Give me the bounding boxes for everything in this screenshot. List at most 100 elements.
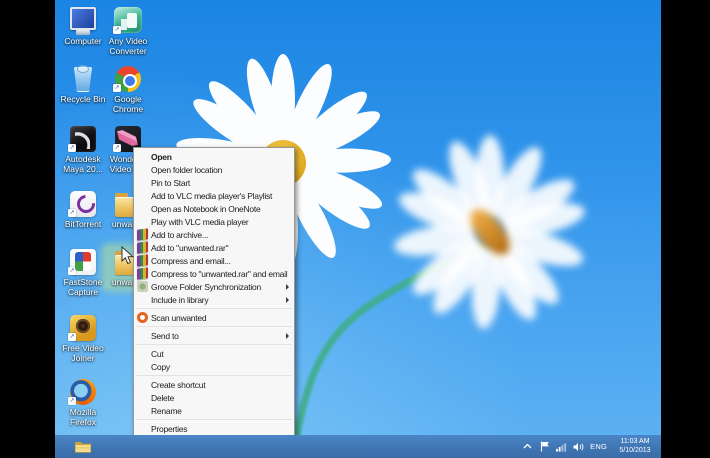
speaker-icon bbox=[573, 442, 584, 452]
autodesk-maya-icon bbox=[66, 124, 100, 154]
menu-item-add-to-vlc-media-player-s-playlist[interactable]: Add to VLC media player's Playlist bbox=[134, 189, 294, 202]
menu-item-add-to-archive[interactable]: Add to archive... bbox=[134, 228, 294, 241]
bittorrent-icon bbox=[66, 189, 100, 219]
recycle-bin-icon bbox=[66, 64, 100, 94]
menu-item-rename[interactable]: Rename bbox=[134, 404, 294, 417]
menu-item-label: Open as Notebook in OneNote bbox=[151, 204, 261, 214]
context-menu: OpenOpen folder location Pin to Start Add … bbox=[133, 147, 295, 438]
desktop-icon-faststone-capture[interactable]: FastStone Capture bbox=[60, 247, 106, 297]
any-video-converter-icon bbox=[111, 6, 145, 36]
network-signal-icon bbox=[556, 442, 567, 452]
menu-item-compress-and-email[interactable]: Compress and email... bbox=[134, 254, 294, 267]
mouse-cursor bbox=[121, 246, 134, 265]
winrar-icon bbox=[137, 254, 148, 267]
menu-item-label: Groove Folder Synchronization bbox=[151, 282, 261, 292]
desktop-icon-label: Autodesk Maya 20... bbox=[60, 155, 106, 174]
menu-item-label: Scan unwanted bbox=[151, 313, 206, 323]
menu-item-label: Create shortcut bbox=[151, 380, 205, 390]
menu-item-send-to[interactable]: Send to bbox=[134, 329, 294, 342]
chevron-up-icon bbox=[523, 443, 532, 450]
menu-separator bbox=[136, 344, 292, 345]
clock-time: 11:03 AM bbox=[620, 438, 649, 447]
menu-item-label: Compress and email... bbox=[151, 256, 231, 266]
menu-item-compress-to-unwanted-rar-and-email[interactable]: Compress to "unwanted.rar" and email bbox=[134, 267, 294, 280]
faststone-capture-icon bbox=[66, 247, 100, 277]
menu-item-create-shortcut[interactable]: Create shortcut bbox=[134, 378, 294, 391]
winrar-icon bbox=[137, 267, 148, 280]
network-button[interactable] bbox=[556, 441, 567, 452]
clock-date: 5/10/2013 bbox=[619, 447, 650, 456]
action-center-button[interactable] bbox=[539, 441, 550, 452]
menu-separator bbox=[136, 375, 292, 376]
language-indicator[interactable]: ENG bbox=[590, 442, 607, 451]
desktop-icon-label: BitTorrent bbox=[60, 220, 106, 230]
menu-item-label: Add to archive... bbox=[151, 230, 208, 240]
shortcut-arrow-icon bbox=[68, 397, 76, 405]
taskbar-clock[interactable]: 11:03 AM 5/10/2013 bbox=[613, 438, 657, 455]
menu-item-open-as-notebook-in-onenote[interactable]: Open as Notebook in OneNote bbox=[134, 202, 294, 215]
menu-item-properties[interactable]: Properties bbox=[134, 422, 294, 435]
file-explorer-taskbar-button[interactable] bbox=[73, 437, 93, 456]
menu-item-add-to-unwanted-rar[interactable]: Add to "unwanted.rar" bbox=[134, 241, 294, 254]
submenu-arrow-icon bbox=[286, 284, 289, 290]
shortcut-arrow-icon bbox=[113, 144, 121, 152]
menu-item-pin-to-start[interactable]: Pin to Start bbox=[134, 176, 294, 189]
menu-item-scan-unwanted[interactable]: Scan unwanted bbox=[134, 311, 294, 324]
menu-item-include-in-library[interactable]: Include in library bbox=[134, 293, 294, 306]
letterbox-left bbox=[0, 0, 55, 458]
menu-item-label: Copy bbox=[151, 362, 170, 372]
menu-item-cut[interactable]: Cut bbox=[134, 347, 294, 360]
desktop-icon-label: Computer bbox=[60, 37, 106, 47]
shortcut-arrow-icon bbox=[68, 209, 76, 217]
desktop-icon-label: Recycle Bin bbox=[60, 95, 106, 105]
google-chrome-icon bbox=[111, 64, 145, 94]
desktop-icon-label: Any Video Converter bbox=[105, 37, 151, 56]
menu-item-open[interactable]: Open bbox=[134, 150, 294, 163]
menu-item-open-folder-location[interactable]: Open folder location bbox=[134, 163, 294, 176]
desktop-icon-google-chrome[interactable]: Google Chrome bbox=[105, 64, 151, 114]
desktop-icon-mozilla-firefox[interactable]: Mozilla Firefox bbox=[60, 377, 106, 427]
shortcut-arrow-icon bbox=[113, 26, 121, 34]
desktop-icon-computer[interactable]: Computer bbox=[60, 6, 106, 47]
menu-item-delete[interactable]: Delete bbox=[134, 391, 294, 404]
desktop: ComputerAny Video Converter Recycle BinGo… bbox=[55, 0, 661, 458]
menu-item-label: Cut bbox=[151, 349, 163, 359]
menu-item-label: Properties bbox=[151, 424, 187, 434]
menu-item-groove-folder-synchronization[interactable]: Groove Folder Synchronization bbox=[134, 280, 294, 293]
volume-button[interactable] bbox=[573, 441, 584, 452]
desktop-icon-label: Mozilla Firefox bbox=[60, 408, 106, 427]
menu-item-copy[interactable]: Copy bbox=[134, 360, 294, 373]
submenu-arrow-icon bbox=[286, 333, 289, 339]
desktop-icon-recycle-bin[interactable]: Recycle Bin bbox=[60, 64, 106, 105]
menu-item-label: Rename bbox=[151, 406, 182, 416]
system-tray: ENG 11:03 AM 5/10/2013 bbox=[522, 435, 657, 458]
taskbar: ENG 11:03 AM 5/10/2013 bbox=[55, 435, 661, 458]
video-frame: ComputerAny Video Converter Recycle BinGo… bbox=[0, 0, 710, 458]
computer-icon bbox=[66, 6, 100, 36]
shortcut-arrow-icon bbox=[68, 267, 76, 275]
shortcut-arrow-icon bbox=[113, 84, 121, 92]
desktop-icon-autodesk-maya[interactable]: Autodesk Maya 20... bbox=[60, 124, 106, 174]
menu-item-label: Pin to Start bbox=[151, 178, 190, 188]
scan-icon bbox=[137, 312, 148, 323]
menu-item-label: Play with VLC media player bbox=[151, 217, 248, 227]
free-video-joiner-icon bbox=[66, 313, 100, 343]
menu-item-label: Compress to "unwanted.rar" and email bbox=[151, 269, 287, 279]
show-hidden-icons-button[interactable] bbox=[522, 441, 533, 452]
letterbox-right bbox=[661, 0, 710, 458]
desktop-icon-bittorrent[interactable]: BitTorrent bbox=[60, 189, 106, 230]
file-explorer-icon bbox=[74, 440, 92, 454]
menu-item-label: Include in library bbox=[151, 295, 208, 305]
menu-item-label: Add to VLC media player's Playlist bbox=[151, 191, 272, 201]
desktop-icon-any-video-converter[interactable]: Any Video Converter bbox=[105, 6, 151, 56]
winrar-icon bbox=[137, 228, 148, 241]
menu-item-play-with-vlc-media-player[interactable]: Play with VLC media player bbox=[134, 215, 294, 228]
menu-item-label: Open bbox=[151, 152, 172, 162]
desktop-icon-label: Google Chrome bbox=[105, 95, 151, 114]
desktop-icon-free-video-joiner[interactable]: Free Video Joiner bbox=[60, 313, 106, 363]
winrar-icon bbox=[137, 241, 148, 254]
menu-item-label: Delete bbox=[151, 393, 174, 403]
groove-icon bbox=[137, 281, 148, 292]
menu-separator bbox=[136, 326, 292, 327]
menu-separator bbox=[136, 419, 292, 420]
